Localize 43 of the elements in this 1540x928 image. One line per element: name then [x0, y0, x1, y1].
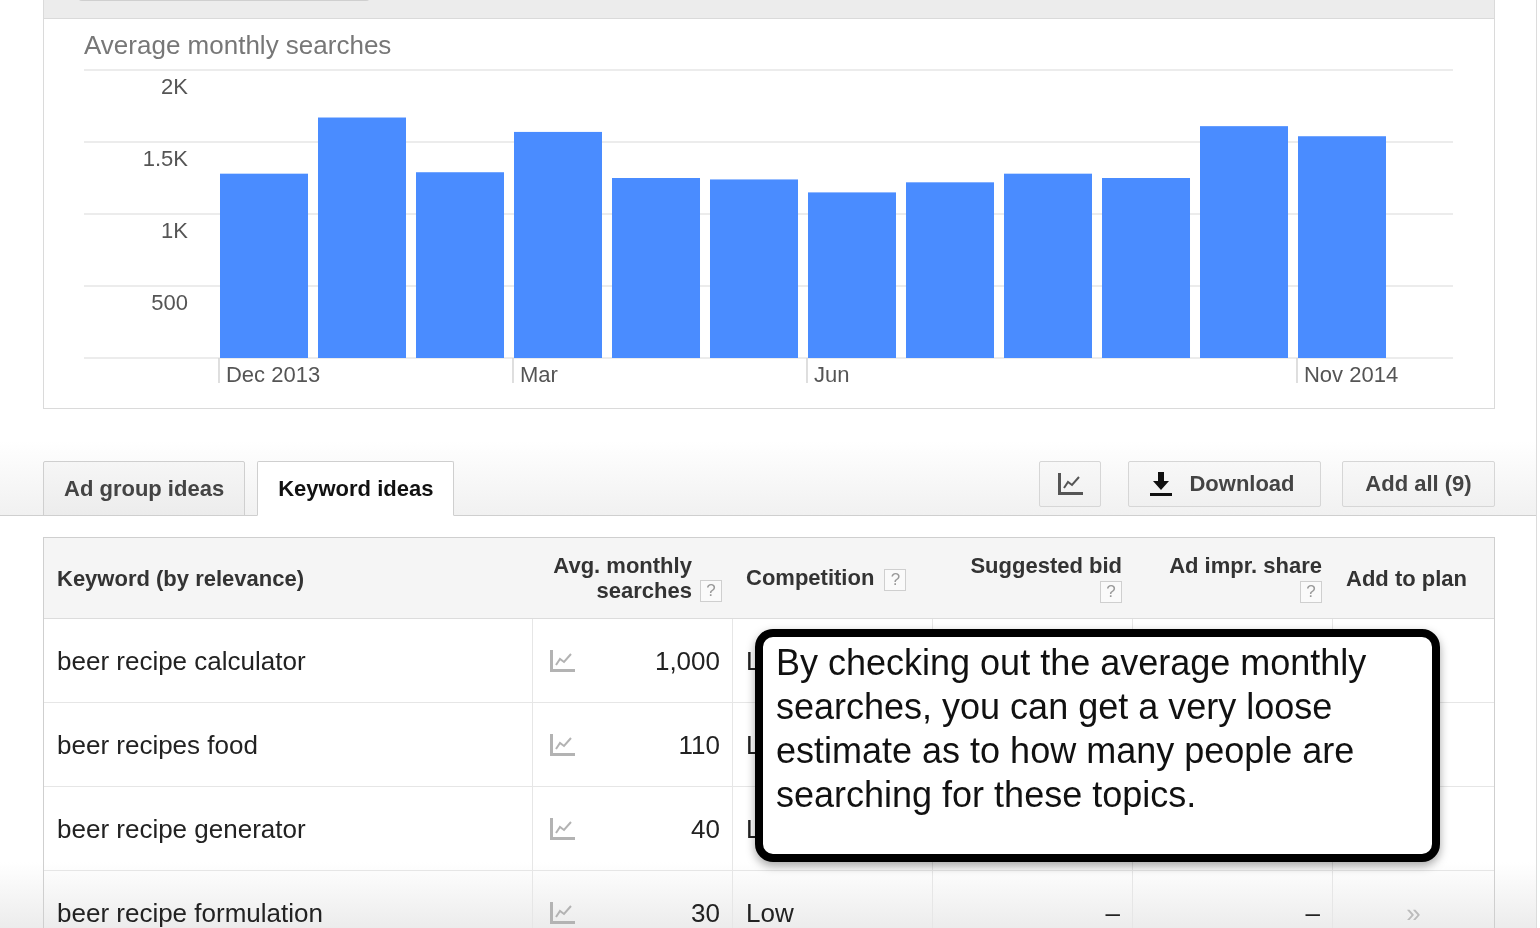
callout-text: By checking out the average monthly searches, you can get a very loose estimate as to how many people are searching for these topics.	[755, 629, 1440, 862]
share-value: –	[1305, 897, 1320, 928]
line-chart-icon[interactable]	[549, 816, 575, 841]
bid-value: –	[1105, 897, 1120, 928]
chart-button[interactable]	[1039, 461, 1101, 507]
search-volume: 40	[691, 813, 720, 844]
keyword-text: beer recipe generator	[57, 813, 306, 844]
column-header: Suggested bid	[970, 552, 1122, 578]
competition-level: Low	[746, 897, 794, 928]
column-header: Avg. monthly searches	[552, 553, 692, 603]
search-volume: 30	[691, 897, 720, 928]
line-chart-icon[interactable]	[549, 648, 575, 673]
axis-label: Mar	[520, 362, 558, 387]
axis-label: Nov 2014	[1304, 362, 1399, 387]
download-button[interactable]: Download	[1128, 461, 1321, 507]
help-button[interactable]: ?	[884, 568, 907, 591]
help-button[interactable]: ?	[700, 580, 722, 602]
help-button[interactable]: ?	[1300, 581, 1322, 604]
line-chart-icon[interactable]	[549, 900, 575, 925]
axis-label: 2K	[161, 74, 188, 99]
add-to-plan-button[interactable]: »	[1406, 897, 1421, 928]
column-header: Keyword (by relevance)	[57, 565, 304, 591]
search-volume: 110	[678, 729, 720, 760]
keyword-text: beer recipes food	[57, 729, 258, 760]
add-all-button[interactable]: Add all (9)	[1342, 461, 1495, 507]
axis-label: 1.5K	[142, 146, 188, 171]
column-header: Ad impr. share	[1169, 552, 1322, 578]
column-header: Add to plan	[1346, 565, 1467, 591]
search-volume: 1,000	[654, 645, 720, 676]
axis-label: Jun	[814, 362, 850, 387]
line-chart-icon[interactable]	[549, 732, 575, 757]
axis-label: Dec 2013	[226, 362, 321, 387]
chart-title: Average monthly searches	[84, 30, 392, 60]
download-icon	[1150, 472, 1173, 496]
axis-label: 500	[151, 290, 188, 315]
column-header: Competition	[746, 565, 875, 591]
tab[interactable]: Keyword ideas	[257, 461, 455, 516]
line-chart-icon	[1057, 472, 1083, 496]
help-button[interactable]: ?	[1100, 581, 1122, 604]
tab[interactable]: Ad group ideas	[43, 461, 246, 516]
keyword-text: beer recipe calculator	[57, 645, 306, 676]
keyword-text: beer recipe formulation	[57, 897, 323, 928]
axis-label: 1K	[161, 218, 188, 243]
